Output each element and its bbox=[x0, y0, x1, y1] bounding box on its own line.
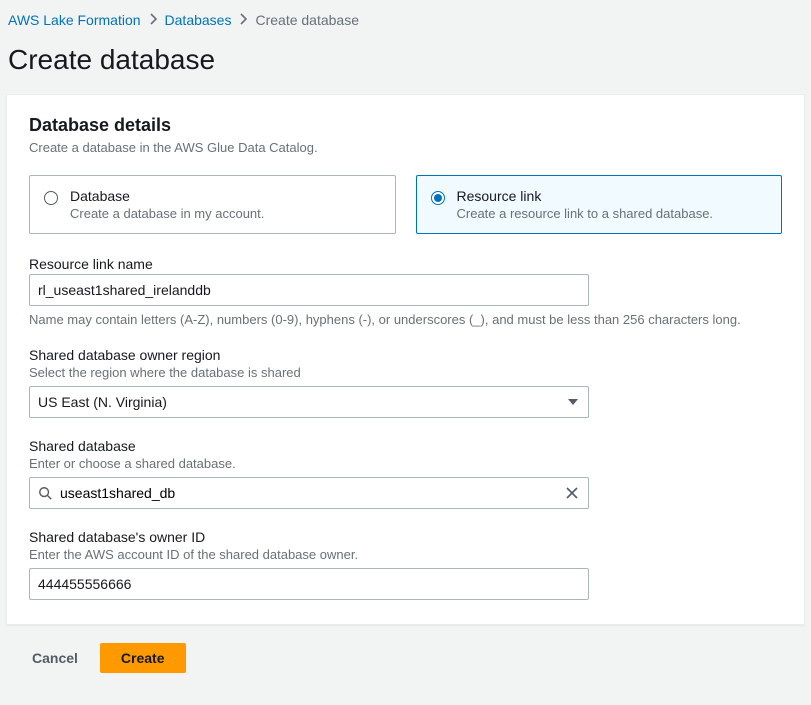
page-title: Create database bbox=[0, 40, 811, 94]
caret-down-icon bbox=[568, 399, 578, 405]
create-button[interactable]: Create bbox=[100, 643, 186, 673]
breadcrumb-current: Create database bbox=[255, 12, 359, 28]
label-shared-database: Shared database bbox=[29, 438, 782, 454]
label-owner-id: Shared database's owner ID bbox=[29, 529, 782, 545]
field-owner-region: Shared database owner region Select the … bbox=[29, 347, 782, 418]
option-database-desc: Create a database in my account. bbox=[70, 206, 264, 221]
label-resource-link-name: Resource link name bbox=[29, 256, 782, 272]
form-actions: Cancel Create bbox=[0, 625, 811, 691]
search-shared-database[interactable] bbox=[29, 477, 589, 509]
select-owner-region-value: US East (N. Virginia) bbox=[38, 394, 167, 410]
option-resource-link-label: Resource link bbox=[457, 188, 714, 204]
breadcrumb-databases[interactable]: Databases bbox=[165, 12, 232, 28]
chevron-right-icon bbox=[149, 12, 157, 28]
field-owner-id: Shared database's owner ID Enter the AWS… bbox=[29, 529, 782, 600]
database-details-panel: Database details Create a database in th… bbox=[6, 94, 805, 625]
radio-icon bbox=[431, 191, 445, 205]
option-database-label: Database bbox=[70, 188, 264, 204]
input-owner-id[interactable] bbox=[29, 568, 589, 600]
field-resource-link-name: Resource link name Name may contain lett… bbox=[29, 256, 782, 327]
panel-subtitle: Create a database in the AWS Glue Data C… bbox=[29, 140, 782, 155]
field-shared-database: Shared database Enter or choose a shared… bbox=[29, 438, 782, 509]
hint-owner-region: Select the region where the database is … bbox=[29, 365, 782, 380]
cancel-button[interactable]: Cancel bbox=[28, 644, 82, 672]
select-owner-region[interactable]: US East (N. Virginia) bbox=[29, 386, 589, 418]
hint-resource-link-name: Name may contain letters (A-Z), numbers … bbox=[29, 312, 782, 327]
breadcrumb-root[interactable]: AWS Lake Formation bbox=[8, 12, 141, 28]
input-shared-database[interactable] bbox=[60, 478, 556, 508]
search-icon bbox=[38, 486, 52, 500]
chevron-right-icon bbox=[239, 12, 247, 28]
hint-owner-id: Enter the AWS account ID of the shared d… bbox=[29, 547, 782, 562]
close-icon[interactable] bbox=[564, 485, 580, 501]
db-type-radio-group: Database Create a database in my account… bbox=[29, 175, 782, 234]
option-resource-link-desc: Create a resource link to a shared datab… bbox=[457, 206, 714, 221]
option-database[interactable]: Database Create a database in my account… bbox=[29, 175, 396, 234]
breadcrumb: AWS Lake Formation Databases Create data… bbox=[0, 0, 811, 40]
hint-shared-database: Enter or choose a shared database. bbox=[29, 456, 782, 471]
panel-title: Database details bbox=[29, 115, 782, 136]
option-resource-link[interactable]: Resource link Create a resource link to … bbox=[416, 175, 783, 234]
label-owner-region: Shared database owner region bbox=[29, 347, 782, 363]
radio-icon bbox=[44, 191, 58, 205]
input-resource-link-name[interactable] bbox=[29, 274, 589, 306]
